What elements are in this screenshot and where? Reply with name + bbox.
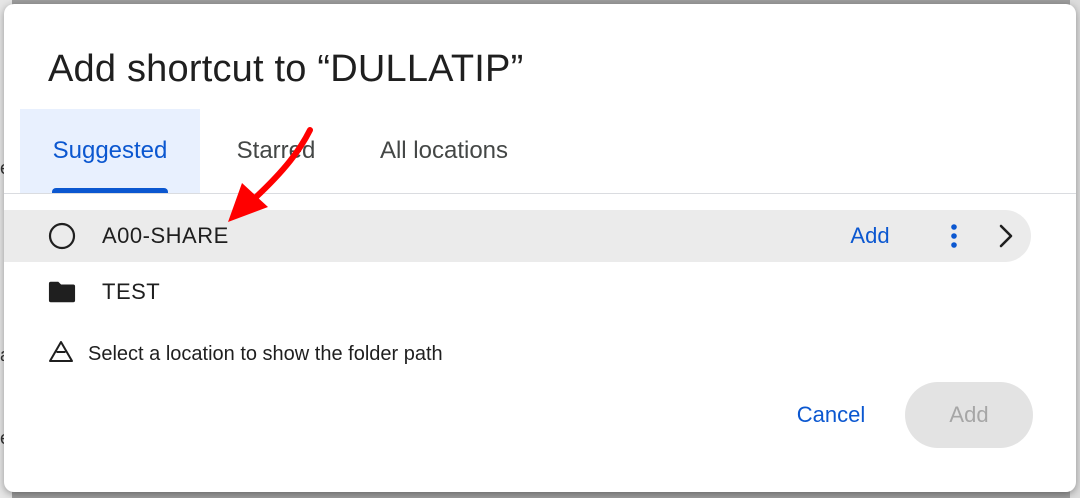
tab-label: All locations (379, 137, 509, 164)
tab-all-locations[interactable]: All locations (354, 109, 534, 193)
location-row-a00-share[interactable]: A00-SHARE Add (4, 210, 1031, 262)
location-tabs: Suggested Starred All locations (20, 109, 1076, 193)
add-shortcut-dialog: Add shortcut to “DULLATIP” Suggested Sta… (4, 4, 1076, 492)
cancel-button[interactable]: Cancel (776, 382, 886, 448)
folder-path-info: Select a location to show the folder pat… (48, 338, 443, 370)
tabs-divider (4, 193, 1076, 194)
more-options-icon[interactable] (934, 216, 974, 256)
tab-suggested[interactable]: Suggested (20, 109, 200, 193)
folder-icon (48, 278, 76, 306)
drive-icon (48, 340, 74, 369)
row-add-button[interactable]: Add (838, 216, 902, 256)
row-label: TEST (102, 279, 161, 304)
shared-drive-circle-icon (48, 222, 76, 250)
info-text: Select a location to show the folder pat… (88, 342, 443, 365)
row-label: A00-SHARE (102, 223, 229, 248)
location-row-test[interactable]: TEST (4, 266, 1031, 318)
dialog-title: Add shortcut to “DULLATIP” (48, 48, 524, 90)
tab-starred[interactable]: Starred (216, 109, 336, 193)
chevron-right-icon[interactable] (988, 216, 1024, 256)
tab-label: Starred (236, 137, 316, 164)
tab-label: Suggested (52, 137, 168, 164)
add-button: Add (905, 382, 1033, 448)
